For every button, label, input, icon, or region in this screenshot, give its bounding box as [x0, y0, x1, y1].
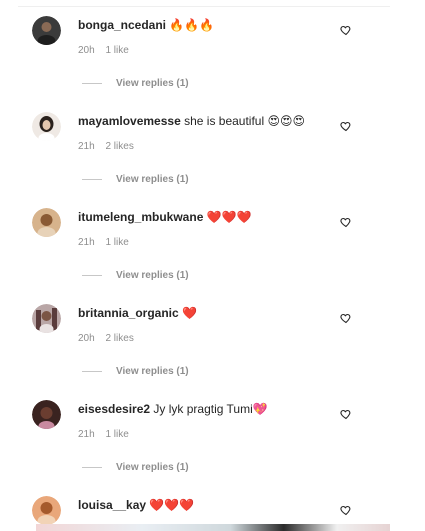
- avatar[interactable]: [32, 16, 61, 45]
- comment-likes[interactable]: 2 likes: [105, 141, 133, 152]
- comment-likes[interactable]: 1 like: [105, 45, 128, 56]
- comment-time: 21h: [78, 429, 95, 440]
- comment-item: itumeleng_mbukwane ❤️❤️❤️ 21h 1 like Vie…: [0, 192, 390, 288]
- comment-likes[interactable]: 2 likes: [105, 333, 133, 344]
- view-replies-label: View replies (1): [116, 78, 189, 89]
- comment-username[interactable]: itumeleng_mbukwane: [78, 210, 203, 224]
- replies-divider: [82, 178, 102, 180]
- avatar[interactable]: [32, 400, 61, 429]
- heart-outline-icon[interactable]: [340, 408, 352, 420]
- comment-text: she is beautiful: [184, 114, 265, 128]
- avatar[interactable]: [32, 208, 61, 237]
- comment-item: eisesdesire2 Jy lyk pragtig Tumi💖 21h 1 …: [0, 384, 390, 480]
- view-replies-button[interactable]: View replies (1): [82, 78, 189, 89]
- comment-username[interactable]: bonga_ncedani: [78, 18, 166, 32]
- comment-emoji: ❤️❤️❤️: [206, 210, 252, 224]
- comment-time: 20h: [78, 333, 95, 344]
- comment-username[interactable]: britannia_organic: [78, 306, 179, 320]
- view-replies-label: View replies (1): [116, 174, 189, 185]
- comment-item: britannia_organic ❤️ 20h 2 likes View re…: [0, 288, 390, 384]
- comment-time: 21h: [78, 141, 95, 152]
- view-replies-button[interactable]: View replies (1): [82, 270, 189, 281]
- comment-text: Jy lyk pragtig Tumi: [153, 402, 253, 416]
- comment-emoji: ❤️❤️❤️: [149, 498, 195, 512]
- next-post-image-edge: [36, 524, 390, 531]
- heart-outline-icon[interactable]: [340, 24, 352, 36]
- heart-outline-icon[interactable]: [340, 312, 352, 324]
- comment-username[interactable]: eisesdesire2: [78, 402, 150, 416]
- avatar[interactable]: [32, 112, 61, 141]
- comment-username[interactable]: mayamlovemesse: [78, 114, 181, 128]
- view-replies-button[interactable]: View replies (1): [82, 462, 189, 473]
- comment-time: 21h: [78, 237, 95, 248]
- replies-divider: [82, 370, 102, 372]
- comment-likes[interactable]: 1 like: [105, 429, 128, 440]
- comment-emoji: 💖: [252, 402, 268, 416]
- comments-panel: bonga_ncedani 🔥🔥🔥 20h 1 like View replie…: [0, 0, 390, 531]
- comment-emoji: ❤️: [182, 306, 197, 320]
- comment-emoji: 🔥🔥🔥: [169, 18, 215, 32]
- heart-outline-icon[interactable]: [340, 216, 352, 228]
- view-replies-button[interactable]: View replies (1): [82, 174, 189, 185]
- heart-outline-icon[interactable]: [340, 504, 352, 516]
- comment-time: 20h: [78, 45, 95, 56]
- avatar[interactable]: [32, 304, 61, 333]
- comment-likes[interactable]: 1 like: [105, 237, 128, 248]
- replies-divider: [82, 82, 102, 84]
- view-replies-label: View replies (1): [116, 366, 189, 377]
- avatar[interactable]: [32, 496, 61, 525]
- replies-divider: [82, 274, 102, 276]
- comment-username[interactable]: louisa__kay: [78, 498, 146, 512]
- heart-outline-icon[interactable]: [340, 120, 352, 132]
- view-replies-label: View replies (1): [116, 462, 189, 473]
- replies-divider: [82, 466, 102, 468]
- view-replies-button[interactable]: View replies (1): [82, 366, 189, 377]
- comment-emoji: 😍😍😍: [267, 114, 306, 128]
- comment-item: mayamlovemesse she is beautiful 😍😍😍 21h …: [0, 96, 390, 192]
- view-replies-label: View replies (1): [116, 270, 189, 281]
- comment-item: bonga_ncedani 🔥🔥🔥 20h 1 like View replie…: [0, 0, 390, 96]
